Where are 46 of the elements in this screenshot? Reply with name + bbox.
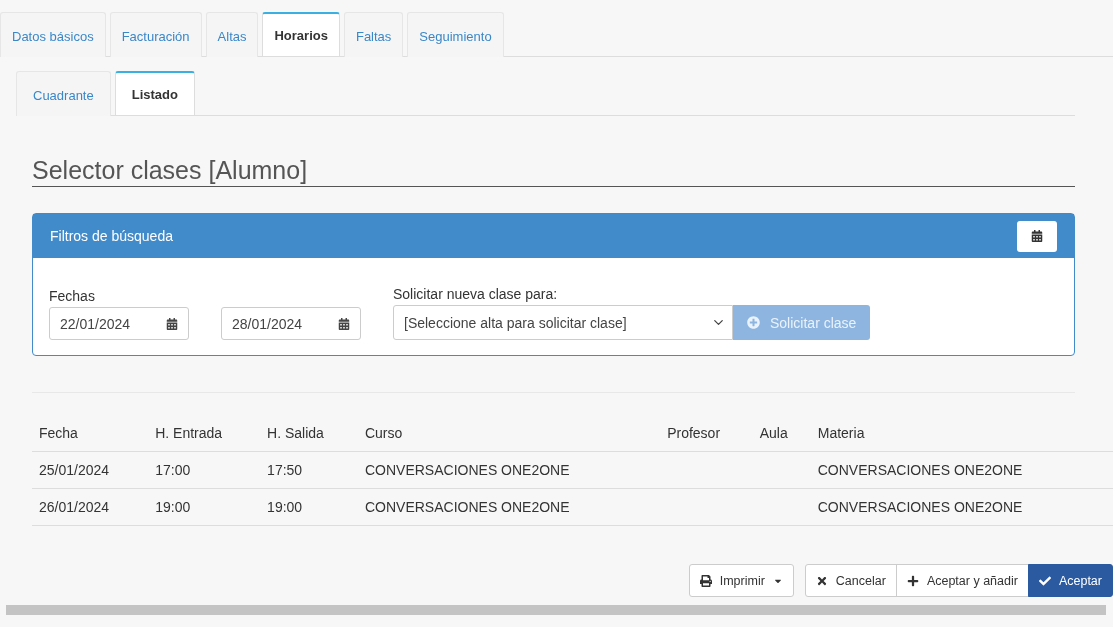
table-cell: 25/01/2024 <box>32 451 149 489</box>
tab[interactable]: Listado <box>114 71 195 115</box>
check-icon <box>1038 574 1051 587</box>
date-field[interactable]: 22/01/2024 <box>49 307 189 340</box>
field-label: Solicitar nueva clase para: <box>393 286 559 302</box>
add-button[interactable]: Aceptar y añadir <box>895 564 1029 597</box>
page-title: Selector clases [Alumno] <box>32 156 1075 187</box>
column-header: Curso <box>357 415 661 452</box>
table-cell: 17:50 <box>260 451 358 489</box>
column-header: Profesor <box>660 415 753 452</box>
calendar-icon <box>338 317 350 330</box>
tab[interactable]: Cuadrante <box>16 71 111 116</box>
tab[interactable]: Faltas <box>343 12 404 57</box>
table-cell: 17:00 <box>148 451 261 489</box>
print-button[interactable]: Imprimir <box>688 564 794 597</box>
tab[interactable]: Facturación <box>109 12 202 57</box>
accept-button[interactable]: Aceptar <box>1027 564 1113 597</box>
tab[interactable]: Altas <box>205 12 259 57</box>
column-header: H. Salida <box>260 415 358 452</box>
table-cell: 19:00 <box>260 488 358 526</box>
table-cell: 26/01/2024 <box>32 488 149 526</box>
table-cell: 19:00 <box>148 488 261 526</box>
column-header: H. Entrada <box>148 415 261 452</box>
table-cell: CONVERSACIONES ONE2ONE <box>357 488 661 526</box>
tab[interactable]: Seguimiento <box>407 12 504 57</box>
table-cell: CONVERSACIONES ONE2ONE <box>810 451 1113 489</box>
close-icon <box>815 574 828 587</box>
panel-title: Filtros de búsqueda <box>50 228 173 244</box>
column-header: Materia <box>810 415 1113 452</box>
class-select[interactable]: [Seleccione alta para solicitar clase] <box>393 305 733 340</box>
tab[interactable]: Datos básicos <box>0 12 106 57</box>
calendar-button[interactable] <box>1017 220 1057 252</box>
tab[interactable]: Horarios <box>262 12 340 56</box>
field-label: Fechas <box>49 288 96 304</box>
table-cell: CONVERSACIONES ONE2ONE <box>357 451 661 489</box>
plus-icon <box>747 316 760 329</box>
calendar-icon <box>166 317 178 330</box>
table-cell: CONVERSACIONES ONE2ONE <box>810 488 1113 526</box>
calendar-icon <box>1031 230 1043 242</box>
date-field[interactable]: 28/01/2024 <box>221 307 361 340</box>
scrollbar[interactable] <box>6 605 1106 615</box>
column-header: Aula <box>752 415 811 452</box>
column-header: Fecha <box>32 415 149 452</box>
plus-icon <box>906 574 919 587</box>
printer-icon <box>699 574 712 587</box>
cancel-button[interactable]: Cancelar <box>804 564 897 597</box>
